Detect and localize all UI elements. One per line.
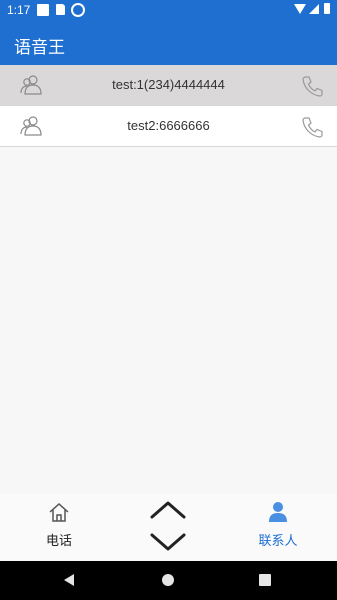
system-nav-bar	[0, 561, 337, 600]
nav-contacts-label: 联系人	[258, 534, 298, 549]
status-time: 1:17	[7, 3, 31, 17]
contact-list: test:1(234)4444444 test2:6666666	[0, 65, 337, 147]
contact-row[interactable]: test:1(234)4444444	[0, 65, 337, 106]
home-icon	[48, 502, 70, 527]
nav-item-phone[interactable]: 电话	[19, 501, 99, 549]
status-bar: 1:17	[0, 0, 337, 20]
notification-icon	[37, 4, 49, 16]
contact-text: test:1(234)4444444	[112, 77, 225, 92]
contact-row[interactable]: test2:6666666	[0, 106, 337, 147]
app-bar: 语音王	[0, 20, 337, 65]
home-button-icon[interactable]	[162, 574, 174, 586]
cell-signal-icon	[309, 4, 319, 14]
recents-icon[interactable]	[259, 574, 271, 586]
nav-item-contacts[interactable]: 联系人	[238, 501, 318, 549]
sd-card-icon	[56, 4, 65, 15]
phone-icon[interactable]	[301, 75, 323, 102]
bottom-nav: 电话 联系人	[0, 493, 337, 561]
person-icon	[20, 75, 42, 100]
chevron-up-icon	[150, 501, 186, 519]
contact-text: test2:6666666	[127, 118, 210, 133]
app-title: 语音王	[14, 38, 65, 58]
contacts-person-icon	[267, 502, 289, 527]
scroll-arrows[interactable]	[146, 495, 190, 557]
sync-icon	[71, 3, 85, 17]
wifi-icon	[294, 4, 306, 14]
back-icon[interactable]	[64, 574, 74, 586]
person-icon	[20, 116, 42, 141]
phone-icon[interactable]	[301, 116, 323, 143]
nav-phone-label: 电话	[45, 534, 72, 549]
chevron-down-icon	[150, 533, 186, 551]
battery-icon	[324, 3, 330, 14]
